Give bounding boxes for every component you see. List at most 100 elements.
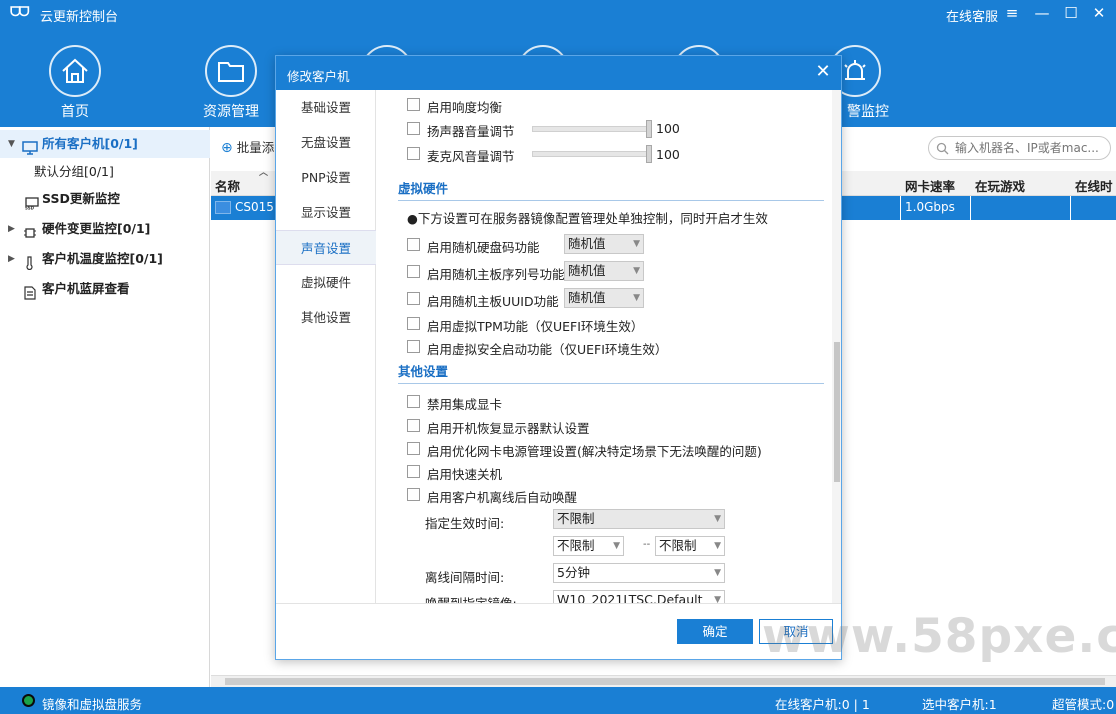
menu-virtual-hardware[interactable]: 虚拟硬件 [276,265,376,300]
secure-boot-checkbox[interactable] [407,340,420,353]
effective-time-label: 指定生效时间: [425,516,505,531]
column-nic-speed[interactable]: 网卡速率 [905,176,955,195]
speaker-label: 扬声器音量调节 [427,124,515,139]
ok-button[interactable]: 确定 [677,619,753,644]
select-value: 不限制 [557,538,595,553]
sort-up-icon[interactable]: ︿ [259,165,268,178]
expand-arrow-icon[interactable]: ▶ [8,245,15,273]
random-board-uuid-checkbox[interactable] [407,292,420,305]
watermark: www.58pxe.com [762,609,1116,664]
client-monitor-icon [215,201,231,214]
fast-shutdown-checkbox[interactable] [407,465,420,478]
online-service-link[interactable]: 在线客服 [946,6,998,25]
section-divider [398,383,824,384]
expand-arrow-icon[interactable]: ▼ [8,130,15,158]
nav-resources[interactable]: 资源管理 [186,45,276,121]
wake-image-select[interactable]: W10_2021LTSC,Default ▼ [553,590,725,603]
sidebar-item-label: 所有客户机[0/1] [42,136,138,151]
nic-power-checkbox[interactable] [407,442,420,455]
document-icon [22,282,38,300]
menu-diskless-settings[interactable]: 无盘设置 [276,125,376,160]
minimize-icon[interactable]: — [1030,2,1054,24]
random-disk-code-checkbox[interactable] [407,238,420,251]
menu-display-settings[interactable]: 显示设置 [276,195,376,230]
chevron-down-icon: ▼ [613,541,620,551]
search-input[interactable] [955,140,1105,156]
menu-pnp-settings[interactable]: PNP设置 [276,160,376,195]
random-disk-code-select[interactable]: 随机值 ▼ [564,234,644,254]
close-icon[interactable]: ✕ [1087,2,1111,24]
dialog-title: 修改客户机 [287,69,350,84]
scrollbar-thumb[interactable] [834,342,840,482]
random-board-uuid-select[interactable]: 随机值 ▼ [564,288,644,308]
sidebar-item-hardware-monitor[interactable]: ▶ 硬件变更监控[0/1] [0,215,210,243]
sidebar-item-label: 客户机温度监控[0/1] [42,251,163,266]
mic-volume-value: 100 [656,147,680,162]
nic-power-label: 启用优化网卡电源管理设置(解决特定场景下无法唤醒的问题) [427,444,762,459]
auto-wake-checkbox[interactable] [407,488,420,501]
nav-home[interactable]: 首页 [30,45,120,121]
search-box[interactable] [928,136,1111,160]
select-value: 随机值 [568,236,606,251]
offline-interval-select[interactable]: 5分钟 ▼ [553,563,725,583]
menu-icon[interactable]: ≡ [1000,2,1024,24]
column-divider [1070,196,1071,220]
service-status-icon [22,694,35,707]
menu-basic-settings[interactable]: 基础设置 [276,90,376,125]
speaker-slider-handle[interactable] [646,120,652,138]
menu-sound-settings[interactable]: 声音设置 [276,230,376,265]
random-disk-code-label: 启用随机硬盘码功能 [427,240,540,255]
mic-slider-handle[interactable] [646,145,652,163]
restore-display-label: 启用开机恢复显示器默认设置 [427,421,590,436]
column-game[interactable]: 在玩游戏 [975,176,1025,195]
mic-checkbox[interactable] [407,147,420,160]
fast-shutdown-label: 启用快速关机 [427,467,503,482]
dialog-title-bar: 修改客户机 ✕ [276,56,841,90]
speaker-checkbox[interactable] [407,122,420,135]
chevron-down-icon: ▼ [633,239,640,249]
sidebar-item-label: 客户机蓝屏查看 [42,281,130,296]
batch-add-button[interactable]: ⊕ 批量添 [221,137,274,156]
sidebar-item-label: SSD更新监控 [42,191,120,206]
dialog-vertical-scrollbar[interactable] [832,90,841,603]
column-name[interactable]: 名称 [215,176,240,195]
chip-icon [22,222,38,238]
select-value: 5分钟 [557,565,590,580]
batch-add-label: 批量添 [236,140,275,155]
disable-igpu-checkbox[interactable] [407,395,420,408]
mic-volume-slider[interactable] [532,151,648,157]
random-board-serial-checkbox[interactable] [407,265,420,278]
effective-time-select[interactable]: 不限制 ▼ [553,509,725,529]
scrollbar-thumb[interactable] [225,678,1105,685]
title-bar: ᗜᗜ 云更新控制台 在线客服 ≡ — ☐ ✕ [0,0,1116,28]
sidebar-item-ssd-monitor[interactable]: SSD SSD更新监控 [0,185,210,213]
dialog-settings-body: 启用响度均衡 扬声器音量调节 100 麦克风音量调节 100 虚拟硬件 ●下方设… [377,90,841,603]
time-range-from-select[interactable]: 不限制 ▼ [553,536,624,556]
time-range-to-select[interactable]: 不限制 ▼ [655,536,725,556]
close-icon[interactable]: ✕ [813,61,833,83]
select-value: 随机值 [568,263,606,278]
chevron-down-icon: ▼ [714,541,721,551]
menu-other-settings[interactable]: 其他设置 [276,300,376,335]
selected-count: 选中客户机:1 [922,697,997,712]
virtual-hw-note: ●下方设置可在服务器镜像配置管理处单独控制，同时开启才生效 [407,211,768,226]
maximize-icon[interactable]: ☐ [1059,2,1083,24]
app-title: 云更新控制台 [40,10,119,25]
offline-interval-label: 离线间隔时间: [425,570,505,585]
plus-circle-icon: ⊕ [221,140,233,156]
sidebar-item-temperature-monitor[interactable]: ▶ 客户机温度监控[0/1] [0,245,210,273]
loudness-checkbox[interactable] [407,98,420,111]
random-board-serial-select[interactable]: 随机值 ▼ [564,261,644,281]
select-value: 随机值 [568,290,606,305]
horizontal-scrollbar[interactable] [211,675,1116,687]
nav-resources-label: 资源管理 [203,104,259,120]
cell-nic-speed: 1.0Gbps [905,200,955,214]
expand-arrow-icon[interactable]: ▶ [8,215,15,243]
sidebar-item-default-group[interactable]: 默认分组[0/1] [0,158,210,186]
restore-display-checkbox[interactable] [407,419,420,432]
speaker-volume-slider[interactable] [532,126,648,132]
sidebar-item-bluescreen[interactable]: 客户机蓝屏查看 [0,275,210,303]
virtual-tpm-checkbox[interactable] [407,317,420,330]
sidebar-item-all-clients[interactable]: ▼ 所有客户机[0/1] [0,130,210,158]
sidebar: ▼ 所有客户机[0/1] 默认分组[0/1] SSD SSD更新监控 ▶ 硬件变… [0,127,210,687]
